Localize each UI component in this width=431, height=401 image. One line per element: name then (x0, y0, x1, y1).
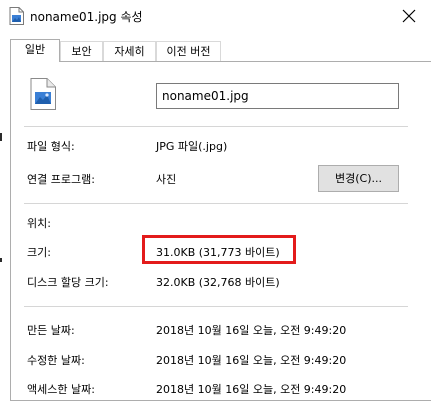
file-type-value: JPG 파일(.jpg) (156, 140, 228, 153)
separator (24, 126, 408, 127)
size-label: 크기: (27, 246, 51, 259)
tab-previous-versions[interactable]: 이전 버전 (156, 41, 221, 62)
change-button[interactable]: 변경(C)... (318, 165, 399, 192)
window-title: noname01.jpg 속성 (30, 10, 143, 24)
close-icon (402, 9, 416, 23)
tab-details[interactable]: 자세히 (103, 41, 156, 62)
open-with-value: 사진 (156, 173, 177, 186)
separator (24, 306, 408, 307)
title-bar: noname01.jpg 속성 (0, 0, 431, 32)
accessed-value: 2018년 10월 16일 오늘, 오전 9:49:20 (156, 383, 347, 396)
separator (24, 203, 408, 204)
file-type-label: 파일 형식: (27, 140, 75, 153)
size-highlight-box (142, 235, 296, 264)
created-value: 2018년 10월 16일 오늘, 오전 9:49:20 (156, 324, 347, 337)
general-panel (10, 61, 431, 401)
tab-security[interactable]: 보안 (60, 41, 103, 62)
size-on-disk-label: 디스크 할당 크기: (27, 276, 109, 289)
background-edge (0, 258, 2, 262)
image-file-icon (9, 7, 24, 25)
modified-value: 2018년 10월 16일 오늘, 오전 9:49:20 (156, 354, 347, 367)
accessed-label: 액세스한 날짜: (27, 383, 95, 396)
tab-general[interactable]: 일반 (10, 39, 60, 62)
created-label: 만든 날짜: (27, 324, 75, 337)
background-edge (0, 133, 2, 141)
file-name-input[interactable]: noname01.jpg (156, 83, 399, 109)
open-with-label: 연결 프로그램: (27, 173, 95, 186)
modified-label: 수정한 날짜: (27, 354, 85, 367)
image-file-icon (30, 78, 56, 110)
close-button[interactable] (396, 4, 422, 28)
location-label: 위치: (27, 217, 51, 230)
size-on-disk-value: 32.0KB (32,768 바이트) (156, 276, 280, 289)
